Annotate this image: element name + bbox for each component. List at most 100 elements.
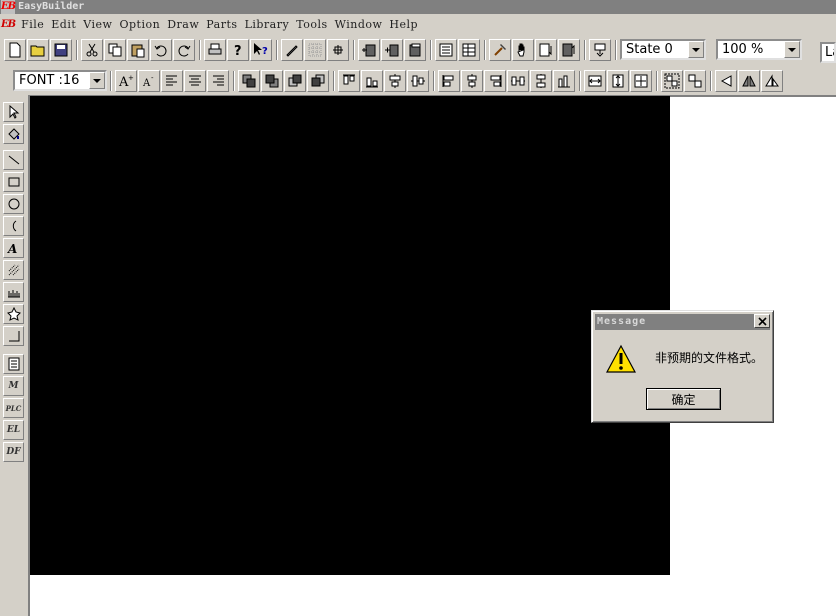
font-decrease-icon: A- xyxy=(142,74,154,89)
distribute-v-button[interactable] xyxy=(530,69,552,92)
frame-tool-button[interactable] xyxy=(3,326,24,346)
menu-window[interactable]: Window xyxy=(333,18,388,31)
window-list-button[interactable] xyxy=(404,38,426,61)
align-top-button[interactable] xyxy=(338,69,360,92)
toolbar-separator xyxy=(579,70,581,91)
compile-button[interactable] xyxy=(489,38,511,61)
flip-v-button[interactable] xyxy=(761,69,783,92)
menu-file[interactable]: File xyxy=(19,18,49,31)
menu-help[interactable]: Help xyxy=(387,18,423,31)
chevron-down-icon[interactable] xyxy=(688,41,704,58)
send-back-button[interactable] xyxy=(261,69,283,92)
font-select[interactable]: FONT :16 xyxy=(13,70,107,91)
scale-tool-button[interactable] xyxy=(3,282,24,302)
align-right-edge-button[interactable] xyxy=(484,69,506,92)
text-tool-button[interactable]: A xyxy=(3,238,24,258)
bring-front-button[interactable] xyxy=(238,69,260,92)
align-center-edge-button[interactable] xyxy=(461,69,483,92)
help-button[interactable]: ? xyxy=(227,38,249,61)
menu-tools[interactable]: Tools xyxy=(294,18,332,31)
pattern-tool-button[interactable] xyxy=(3,260,24,280)
arc-tool-button[interactable] xyxy=(3,216,24,236)
paste-button[interactable] xyxy=(127,38,149,61)
menu-view[interactable]: View xyxy=(81,18,117,31)
distribute-h-button[interactable] xyxy=(507,69,529,92)
polygon-tool-button[interactable] xyxy=(3,304,24,324)
open-file-button[interactable] xyxy=(27,38,49,61)
same-height-button[interactable] xyxy=(607,69,629,92)
select-tool-button[interactable] xyxy=(3,102,24,122)
paint-bucket-icon xyxy=(7,128,20,140)
object-list-button[interactable] xyxy=(435,38,457,61)
open-folder-icon xyxy=(30,45,45,56)
chevron-down-icon[interactable] xyxy=(89,72,105,89)
forward-button[interactable] xyxy=(284,69,306,92)
flip-h-button[interactable] xyxy=(738,69,760,92)
el-button[interactable]: EL xyxy=(3,420,24,440)
m-label: M xyxy=(8,381,19,391)
menu-draw[interactable]: Draw xyxy=(165,18,204,31)
align-left-button[interactable] xyxy=(161,69,183,92)
address-list-button[interactable] xyxy=(458,38,480,61)
zoom-select[interactable]: 100 % xyxy=(716,39,802,60)
close-button[interactable] xyxy=(754,314,770,328)
backward-button[interactable] xyxy=(307,69,329,92)
redo-button[interactable] xyxy=(173,38,195,61)
align-hcenter-button[interactable] xyxy=(384,69,406,92)
pan-button[interactable] xyxy=(512,38,534,61)
toolbar-separator xyxy=(276,39,278,60)
new-file-button[interactable] xyxy=(4,38,26,61)
upload-button[interactable] xyxy=(558,38,580,61)
font-decrease-button[interactable]: A- xyxy=(138,69,160,92)
download-button[interactable] xyxy=(535,38,557,61)
align-left-edge-button[interactable] xyxy=(438,69,460,92)
same-size-button[interactable] xyxy=(630,69,652,92)
plc-button[interactable]: PLC xyxy=(3,398,24,418)
state-select[interactable]: State 0 xyxy=(620,39,706,60)
print-button[interactable] xyxy=(204,38,226,61)
menu-edit[interactable]: Edit xyxy=(49,18,81,31)
font-increase-icon: A + xyxy=(118,74,134,89)
group-button[interactable] xyxy=(661,69,683,92)
save-button[interactable] xyxy=(50,38,72,61)
menu-option[interactable]: Option xyxy=(117,18,165,31)
table-tool-button[interactable] xyxy=(3,354,24,374)
layer-select[interactable]: La xyxy=(820,42,836,63)
grid-button[interactable] xyxy=(304,38,326,61)
menu-parts[interactable]: Parts xyxy=(204,18,242,31)
chevron-down-icon[interactable] xyxy=(784,41,800,58)
macro-button[interactable]: M xyxy=(3,376,24,396)
cut-button[interactable] xyxy=(81,38,103,61)
snap-button[interactable] xyxy=(327,38,349,61)
distribute-v-icon xyxy=(536,73,546,88)
same-width-icon xyxy=(588,75,602,86)
same-width-button[interactable] xyxy=(584,69,606,92)
bars-button[interactable] xyxy=(553,69,575,92)
add-window-button[interactable] xyxy=(381,38,403,61)
title-bar: EB EasyBuilder xyxy=(0,0,836,14)
circle-tool-button[interactable] xyxy=(3,194,24,214)
download-icon xyxy=(539,43,552,56)
line-tool-button[interactable] xyxy=(3,150,24,170)
hmi-screen-canvas[interactable] xyxy=(30,96,670,575)
ok-button[interactable]: 确定 xyxy=(646,388,721,410)
align-right-button[interactable] xyxy=(207,69,229,92)
align-center-button[interactable] xyxy=(184,69,206,92)
menu-logo-icon[interactable]: EB xyxy=(1,19,16,30)
scissors-icon xyxy=(86,43,98,56)
rectangle-tool-button[interactable] xyxy=(3,172,24,192)
font-increase-button[interactable]: A + xyxy=(115,69,137,92)
pen-button[interactable] xyxy=(281,38,303,61)
copy-button[interactable] xyxy=(104,38,126,61)
df-button[interactable]: DF xyxy=(3,442,24,462)
ungroup-button[interactable] xyxy=(684,69,706,92)
undo-button[interactable] xyxy=(150,38,172,61)
new-window-button[interactable] xyxy=(358,38,380,61)
context-help-button[interactable]: ? xyxy=(250,38,272,61)
simulate-button[interactable] xyxy=(589,38,611,61)
rotate-left-button[interactable] xyxy=(715,69,737,92)
align-vcenter-button[interactable] xyxy=(407,69,429,92)
paint-tool-button[interactable] xyxy=(3,124,24,144)
align-bottom-button[interactable] xyxy=(361,69,383,92)
menu-library[interactable]: Library xyxy=(243,18,295,31)
